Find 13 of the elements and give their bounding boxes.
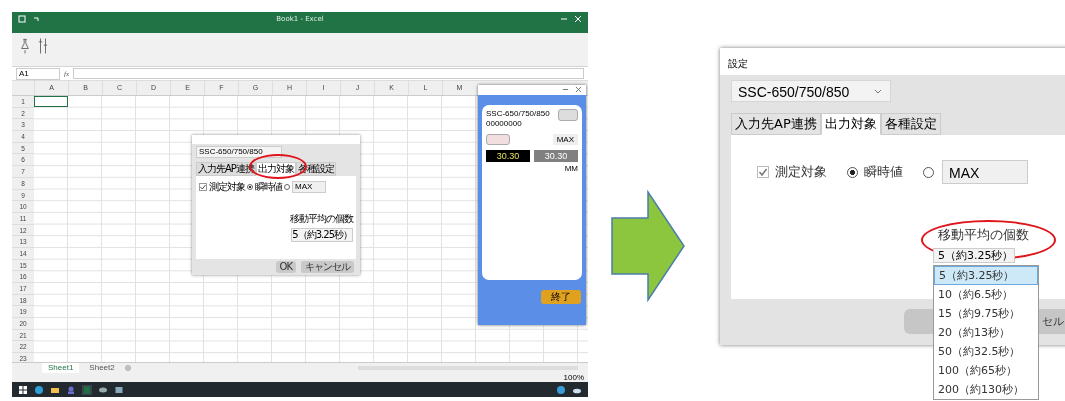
serial-number: 00000000 bbox=[486, 119, 523, 129]
zoom-level: 100% bbox=[563, 373, 584, 382]
dialog-title: 設定 bbox=[728, 58, 748, 69]
radio-label: 瞬時値 bbox=[864, 163, 903, 181]
device-name: SSC-650/750/850 bbox=[486, 109, 550, 119]
unit-label: MM bbox=[564, 164, 578, 173]
held-reading: 30.30 bbox=[534, 150, 578, 162]
radio-label: 瞬時値 bbox=[255, 180, 282, 194]
average-label: 移動平均の個数 bbox=[938, 226, 1029, 244]
checkbox-label: 測定対象 bbox=[775, 163, 827, 181]
checkbox-label: 測定対象 bbox=[209, 180, 245, 194]
live-reading: 30.30 bbox=[486, 150, 530, 162]
average-label: 移動平均の個数 bbox=[290, 212, 353, 226]
